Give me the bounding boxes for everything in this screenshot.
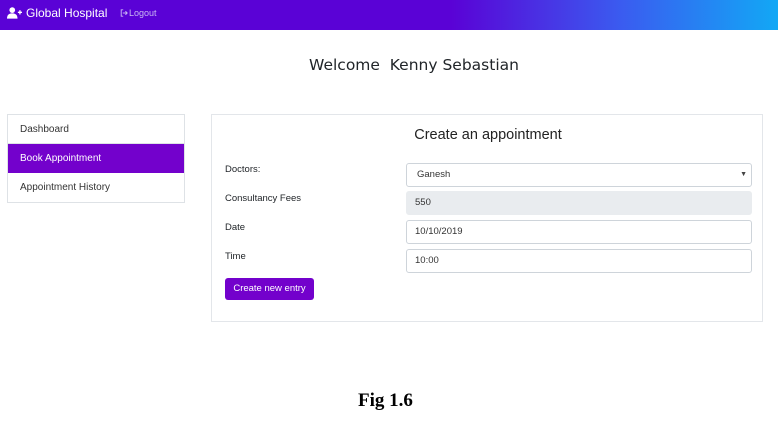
- date-input[interactable]: 10/10/2019: [406, 220, 752, 244]
- date-label: Date: [225, 222, 246, 233]
- doctor-label: Doctors:: [225, 164, 261, 175]
- fees-field: 550: [406, 191, 752, 215]
- user-plus-icon: [7, 7, 22, 19]
- appointment-card: Create an appointment Doctors: Ganesh ▼ …: [211, 114, 763, 322]
- time-label: Time: [225, 251, 246, 262]
- sidebar-item-appointment-history[interactable]: Appointment History: [8, 173, 184, 202]
- date-value: 10/10/2019: [415, 226, 463, 237]
- welcome-heading: Welcome Kenny Sebastian: [309, 56, 519, 74]
- figure-caption: Fig 1.6: [358, 390, 413, 411]
- time-input[interactable]: 10:00: [406, 249, 752, 273]
- doctor-selected-value: Ganesh: [417, 169, 451, 180]
- sidebar-menu: Dashboard Book Appointment Appointment H…: [7, 114, 185, 203]
- navbar: Global Hospital Logout: [0, 0, 778, 30]
- brand-name: Global Hospital: [26, 6, 108, 20]
- doctor-select[interactable]: Ganesh ▼: [406, 163, 752, 187]
- fees-label: Consultancy Fees: [225, 193, 302, 204]
- time-value: 10:00: [415, 255, 439, 266]
- brand-link[interactable]: Global Hospital: [7, 6, 107, 20]
- form-title: Create an appointment: [414, 127, 562, 143]
- create-entry-button[interactable]: Create new entry: [225, 278, 314, 300]
- sidebar-item-dashboard[interactable]: Dashboard: [8, 115, 184, 144]
- fees-value: 550: [415, 197, 431, 208]
- logout-link[interactable]: Logout: [120, 8, 157, 18]
- sidebar-item-book-appointment[interactable]: Book Appointment: [8, 144, 184, 173]
- caret-down-icon: ▼: [740, 171, 747, 178]
- sign-out-icon: [120, 9, 128, 17]
- logout-label: Logout: [129, 8, 157, 18]
